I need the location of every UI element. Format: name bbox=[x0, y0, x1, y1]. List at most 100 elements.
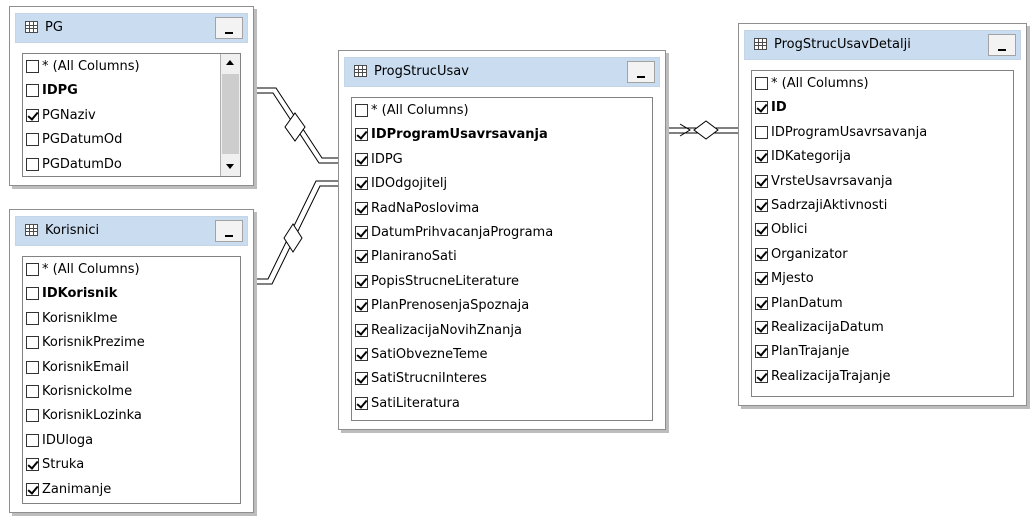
column-row[interactable]: PGNaziv bbox=[25, 105, 218, 129]
column-checkbox[interactable] bbox=[355, 396, 368, 410]
column-checkbox[interactable] bbox=[26, 287, 39, 301]
column-checkbox[interactable] bbox=[355, 323, 368, 337]
column-checkbox[interactable] bbox=[355, 299, 368, 313]
column-row[interactable]: RealizacijaTrajanje bbox=[754, 366, 1011, 390]
table-korisnici[interactable]: Korisnici * (All Columns) IDKorisnik Koris… bbox=[9, 209, 254, 513]
column-checkbox[interactable] bbox=[355, 347, 368, 361]
minimize-button[interactable] bbox=[215, 17, 243, 39]
column-row[interactable]: IDUloga bbox=[25, 430, 238, 454]
column-row[interactable]: IDPG bbox=[25, 80, 218, 104]
column-checkbox[interactable] bbox=[26, 84, 39, 98]
column-list[interactable]: * (All Columns) IDKorisnik KorisnikIme Kori… bbox=[22, 256, 241, 504]
column-row[interactable]: IDOdgojitelj bbox=[354, 173, 650, 197]
table-progstrucusavdetalji-titlebar[interactable]: ProgStrucUsavDetalji bbox=[744, 30, 1021, 60]
column-row[interactable]: PlanDatum bbox=[754, 293, 1011, 317]
scrollbar[interactable] bbox=[220, 54, 240, 176]
column-row[interactable]: KorisnikIme bbox=[25, 308, 238, 332]
column-row[interactable]: SadrzajiAktivnosti bbox=[754, 195, 1011, 219]
scroll-up-icon[interactable] bbox=[221, 54, 240, 73]
column-row[interactable]: KorisnickoIme bbox=[25, 381, 238, 405]
column-row[interactable]: SatiStrucniInteres bbox=[354, 368, 650, 392]
column-row[interactable]: Struka bbox=[25, 454, 238, 478]
column-row[interactable]: * (All Columns) bbox=[354, 100, 650, 124]
column-checkbox[interactable] bbox=[26, 336, 39, 350]
column-checkbox[interactable] bbox=[26, 384, 39, 398]
column-checkbox[interactable] bbox=[755, 101, 768, 115]
column-checkbox[interactable] bbox=[755, 150, 768, 164]
column-row[interactable]: KorisnikLozinka bbox=[25, 405, 238, 429]
column-checkbox[interactable] bbox=[26, 311, 39, 325]
column-checkbox[interactable] bbox=[355, 274, 368, 288]
minimize-button[interactable] bbox=[627, 61, 655, 83]
column-checkbox[interactable] bbox=[355, 104, 368, 117]
column-checkbox[interactable] bbox=[26, 157, 39, 171]
column-checkbox[interactable] bbox=[26, 458, 39, 472]
table-pg-titlebar[interactable]: PG bbox=[15, 13, 248, 43]
column-checkbox[interactable] bbox=[755, 320, 768, 334]
column-checkbox[interactable] bbox=[755, 77, 768, 90]
column-row[interactable]: PGDatumOd bbox=[25, 129, 218, 153]
table-korisnici-titlebar[interactable]: Korisnici bbox=[15, 216, 248, 246]
column-checkbox[interactable] bbox=[755, 174, 768, 188]
scroll-down-icon[interactable] bbox=[221, 157, 240, 176]
minimize-button[interactable] bbox=[988, 34, 1016, 56]
column-row[interactable]: * (All Columns) bbox=[25, 56, 218, 80]
column-checkbox[interactable] bbox=[755, 247, 768, 261]
column-checkbox[interactable] bbox=[26, 263, 39, 276]
column-checkbox[interactable] bbox=[26, 433, 39, 447]
column-row[interactable]: RealizacijaDatum bbox=[754, 317, 1011, 341]
column-checkbox[interactable] bbox=[355, 372, 368, 386]
column-row[interactable]: IDKorisnik bbox=[25, 283, 238, 307]
column-row[interactable]: SatiLiteratura bbox=[354, 393, 650, 417]
column-row[interactable]: PlanPrenosenjaSpoznaja bbox=[354, 295, 650, 319]
column-row[interactable]: IDPG bbox=[354, 149, 650, 173]
column-checkbox[interactable] bbox=[26, 108, 39, 122]
scroll-thumb[interactable] bbox=[222, 74, 239, 154]
column-row[interactable]: RealizacijaNovihZnanja bbox=[354, 320, 650, 344]
column-checkbox[interactable] bbox=[355, 152, 368, 166]
column-checkbox[interactable] bbox=[755, 125, 768, 139]
column-checkbox[interactable] bbox=[755, 345, 768, 359]
column-row[interactable]: PGDatumDo bbox=[25, 154, 218, 176]
column-checkbox[interactable] bbox=[755, 198, 768, 212]
column-row[interactable]: ID bbox=[754, 97, 1011, 121]
column-row[interactable]: PlanTrajanje bbox=[754, 341, 1011, 365]
column-checkbox[interactable] bbox=[755, 296, 768, 310]
column-checkbox[interactable] bbox=[26, 60, 39, 73]
table-progstrucusav[interactable]: ProgStrucUsav * (All Columns) IDProgramUs… bbox=[338, 50, 666, 430]
minimize-button[interactable] bbox=[215, 220, 243, 242]
table-pg[interactable]: PG * (All Columns) IDPG PGNaziv PGDatumOd PG… bbox=[9, 6, 254, 186]
column-row[interactable]: KorisnikPrezime bbox=[25, 332, 238, 356]
column-row[interactable]: IDProgramUsavrsavanja bbox=[354, 124, 650, 148]
column-checkbox[interactable] bbox=[355, 225, 368, 239]
column-checkbox[interactable] bbox=[26, 133, 39, 147]
column-row[interactable]: PopisStrucneLiterature bbox=[354, 271, 650, 295]
column-row[interactable]: Oblici bbox=[754, 219, 1011, 243]
column-checkbox[interactable] bbox=[755, 223, 768, 237]
column-row[interactable]: SatiObvezneTeme bbox=[354, 344, 650, 368]
column-row[interactable]: * (All Columns) bbox=[754, 73, 1011, 97]
table-progstrucusav-titlebar[interactable]: ProgStrucUsav bbox=[344, 57, 660, 87]
column-list[interactable]: * (All Columns) IDProgramUsavrsavanja IDPG… bbox=[351, 97, 653, 421]
column-checkbox[interactable] bbox=[26, 360, 39, 374]
column-checkbox[interactable] bbox=[755, 369, 768, 383]
column-checkbox[interactable] bbox=[755, 272, 768, 286]
column-list[interactable]: * (All Columns) IDPG PGNaziv PGDatumOd PGDat… bbox=[22, 53, 241, 177]
column-row[interactable]: Organizator bbox=[754, 244, 1011, 268]
column-checkbox[interactable] bbox=[355, 128, 368, 142]
table-progstrucusavdetalji[interactable]: ProgStrucUsavDetalji * (All Columns) ID ID… bbox=[738, 23, 1027, 406]
column-row[interactable]: DatumPrihvacanjaPrograma bbox=[354, 222, 650, 246]
column-checkbox[interactable] bbox=[355, 250, 368, 264]
column-row[interactable]: RadNaPoslovima bbox=[354, 198, 650, 222]
column-checkbox[interactable] bbox=[26, 482, 39, 496]
column-row[interactable]: Mjesto bbox=[754, 268, 1011, 292]
column-checkbox[interactable] bbox=[355, 177, 368, 191]
column-row[interactable]: * (All Columns) bbox=[25, 259, 238, 283]
column-row[interactable]: IDKategorija bbox=[754, 146, 1011, 170]
column-row[interactable]: IDProgramUsavrsavanja bbox=[754, 122, 1011, 146]
column-checkbox[interactable] bbox=[355, 201, 368, 215]
column-checkbox[interactable] bbox=[26, 409, 39, 423]
column-row[interactable]: Zanimanje bbox=[25, 479, 238, 503]
column-row[interactable]: KorisnikEmail bbox=[25, 357, 238, 381]
column-row[interactable]: PlaniranoSati bbox=[354, 246, 650, 270]
